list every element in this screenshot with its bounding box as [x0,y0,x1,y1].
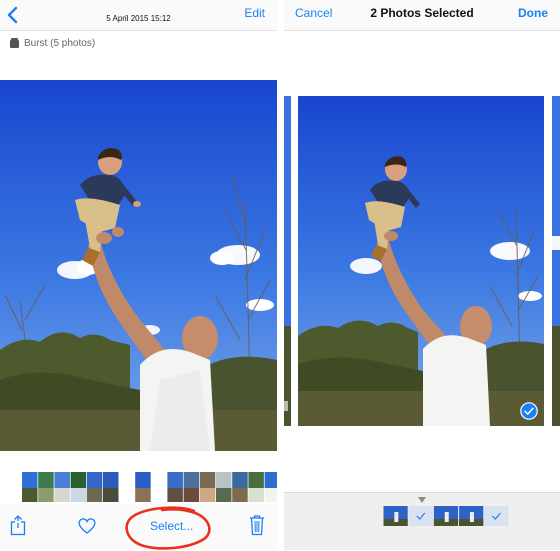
filmstrip-thumb[interactable] [87,472,103,502]
previous-photo-peek[interactable] [284,96,291,426]
filmstrip-thumb[interactable] [71,472,87,502]
selection-thumb[interactable] [409,506,433,526]
burst-label: Burst (5 photos) [24,38,95,49]
filmstrip-thumb[interactable] [184,472,200,502]
filmstrip-thumb[interactable] [135,472,151,502]
selection-thumbnail-strip[interactable] [383,506,509,526]
navigation-bar: 5 April 2015 15:12 Edit [0,0,277,31]
cancel-button[interactable]: Cancel [295,6,332,20]
trash-icon[interactable] [249,514,265,536]
edit-button[interactable]: Edit [244,6,265,20]
photo-date: 5 April 2015 15:12 [0,14,277,23]
filmstrip-thumb[interactable] [119,472,135,502]
filmstrip-thumb[interactable] [216,472,232,502]
filmstrip-thumb[interactable] [151,472,167,502]
select-button[interactable]: Select... [150,519,193,533]
selection-thumb[interactable] [484,506,508,526]
filmstrip-thumb[interactable] [22,472,38,502]
panel-divider [277,0,284,550]
selection-thumb[interactable] [434,506,458,526]
next-photo-peek[interactable] [552,96,560,426]
heart-icon[interactable] [77,517,97,535]
main-photo[interactable] [0,80,277,451]
filmstrip-thumb[interactable] [265,472,277,502]
filmstrip-thumb[interactable] [248,472,264,502]
filmstrip-thumb[interactable] [232,472,248,502]
selected-photo[interactable] [298,96,544,426]
filmstrip-thumb[interactable] [38,472,54,502]
scrubber-position-icon [417,496,427,504]
filmstrip-thumb[interactable] [54,472,70,502]
filmstrip-thumb[interactable] [167,472,183,502]
done-button[interactable]: Done [518,6,548,20]
share-icon[interactable] [10,514,26,536]
burst-stack-icon [10,40,19,48]
selection-thumb[interactable] [459,506,483,526]
burst-view-panel: 5 April 2015 15:12 Edit Burst (5 photos) [0,0,277,550]
bottom-toolbar: Select... [0,504,277,550]
filmstrip-thumb[interactable] [200,472,216,502]
select-photos-panel: Cancel 2 Photos Selected Done [284,0,560,550]
burst-filmstrip[interactable] [0,470,277,504]
selection-navigation-bar: Cancel 2 Photos Selected Done [284,0,560,31]
filmstrip-thumbnails[interactable] [0,470,277,504]
selection-thumb[interactable] [384,506,408,526]
burst-info: Burst (5 photos) [10,38,95,49]
checkmark-circle-icon[interactable] [520,402,538,420]
filmstrip-thumb[interactable] [103,472,119,502]
